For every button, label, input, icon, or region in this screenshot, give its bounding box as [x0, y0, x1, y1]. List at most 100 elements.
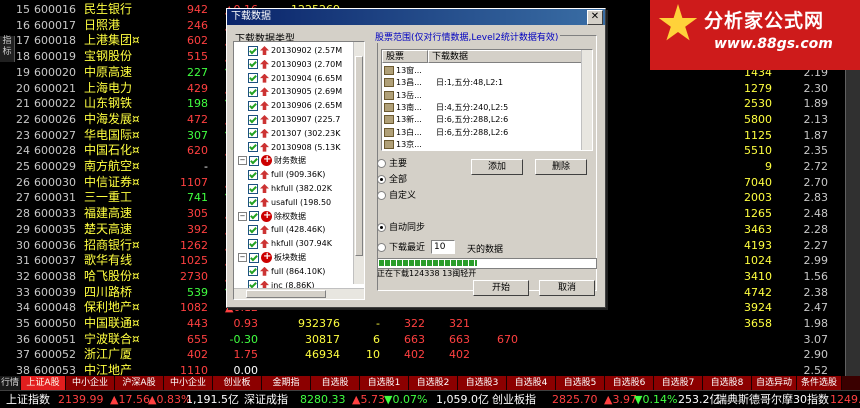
- sector-tab[interactable]: 自选股5: [556, 376, 605, 390]
- radio-download-recent[interactable]: 下载最近: [377, 242, 425, 254]
- checkbox[interactable]: [248, 238, 258, 249]
- tree-item[interactable]: 20130906 (2.65M: [248, 99, 342, 112]
- side-tab-indicator[interactable]: 指标: [0, 36, 15, 62]
- radio-dot[interactable]: [377, 175, 386, 184]
- radio-dot[interactable]: [377, 223, 386, 232]
- tree-item[interactable]: hkfull (307.94K: [248, 237, 332, 250]
- collapse-icon[interactable]: −: [238, 253, 247, 262]
- radio-all[interactable]: 全部: [377, 174, 407, 186]
- sector-tab[interactable]: 金期指: [262, 376, 311, 390]
- tree-item[interactable]: 20130902 (2.57M: [248, 44, 342, 57]
- checkbox[interactable]: [249, 211, 259, 222]
- tree-item[interactable]: full (428.46K): [248, 223, 325, 236]
- sector-tab[interactable]: 创业板: [213, 376, 262, 390]
- tree-item[interactable]: 20130908 (5.13K: [248, 141, 340, 154]
- tree-item[interactable]: 20130904 (6.65M: [248, 72, 342, 85]
- stock-code: 600033: [34, 207, 76, 221]
- sector-tab[interactable]: 中小企业: [66, 376, 115, 390]
- list-row[interactable]: 13京...: [382, 138, 582, 150]
- list-row[interactable]: 13窗...: [382, 64, 582, 77]
- sector-tab[interactable]: 自选股6: [605, 376, 654, 390]
- tree-item[interactable]: 20130907 (225.7: [248, 113, 340, 126]
- stock-row[interactable]: 37 600052 浙江广厦 402 1.75 46934 10 402 402 2.90: [0, 346, 860, 363]
- dialog-title[interactable]: 下载数据: [227, 9, 605, 25]
- checkbox[interactable]: [248, 142, 258, 153]
- delete-button[interactable]: 删除: [535, 159, 587, 175]
- radio-dot[interactable]: [377, 159, 386, 168]
- list-vertical-scrollbar[interactable]: [581, 50, 592, 150]
- days-unit-label: 天的数据: [467, 245, 504, 255]
- list-row[interactable]: 13南... 日:4,五分:240,L2:5: [382, 101, 582, 114]
- tree-item[interactable]: usafull (198.50: [248, 196, 331, 209]
- stock-download-list[interactable]: 股票 下载数据 13窗... 13昌... 日:1,五分:48,L2:1 13岳...…: [381, 49, 593, 151]
- tree-group[interactable]: − 财务数据: [238, 153, 306, 167]
- stock-code: 600027: [34, 128, 76, 142]
- radio-main[interactable]: 主要: [377, 158, 407, 170]
- tree-item[interactable]: full (864.10K): [248, 265, 325, 278]
- checkbox[interactable]: [248, 128, 258, 139]
- list-header-data[interactable]: 下载数据: [428, 50, 582, 63]
- tree-vertical-scrollbar[interactable]: [353, 42, 364, 284]
- tree-item[interactable]: hkfull (382.02K: [248, 182, 332, 195]
- sector-tab[interactable]: 自选股: [311, 376, 360, 390]
- sector-tab[interactable]: 自选异动: [752, 376, 797, 390]
- checkbox[interactable]: [248, 86, 258, 97]
- checkbox[interactable]: [248, 59, 258, 70]
- tree-item[interactable]: full (909.36K): [248, 168, 325, 181]
- index-ticker-item: 253.2亿: [678, 393, 721, 406]
- stock-row[interactable]: 35 600050 中国联通¤ 443 0.93 932376 - 322 321 3658 1.9…: [0, 315, 860, 332]
- scrollbar-thumb[interactable]: [246, 290, 326, 298]
- data-type-tree[interactable]: 20130902 (2.57M 20130903 (2.70M 20130904 (…: [233, 41, 365, 300]
- list-row[interactable]: 13昌... 日:1,五分:48,L2:1: [382, 76, 582, 89]
- sector-tab[interactable]: 中小企业: [164, 376, 213, 390]
- tree-item-label: full (428.46K): [271, 225, 326, 235]
- cancel-button[interactable]: 取消: [539, 280, 595, 296]
- sector-tab[interactable]: 自选股4: [507, 376, 556, 390]
- radio-dot[interactable]: [377, 191, 386, 200]
- radio-dot[interactable]: [377, 243, 386, 252]
- sector-tab[interactable]: 自选股3: [458, 376, 507, 390]
- checkbox[interactable]: [248, 100, 258, 111]
- sector-tab[interactable]: 行情: [0, 376, 21, 390]
- tree-group[interactable]: − 除权数据: [238, 209, 306, 223]
- radio-auto-sync[interactable]: 自动同步: [377, 222, 425, 234]
- close-button[interactable]: ✕: [587, 10, 603, 25]
- list-row[interactable]: 13新... 日:6,五分:288,L2:6: [382, 113, 582, 126]
- checkbox[interactable]: [248, 73, 258, 84]
- tree-group[interactable]: − 板块数据: [238, 250, 306, 264]
- tree-item[interactable]: 20130903 (2.70M: [248, 58, 342, 71]
- list-header-stock[interactable]: 股票: [382, 50, 428, 63]
- checkbox[interactable]: [248, 266, 258, 277]
- sector-tab[interactable]: 自选股2: [409, 376, 458, 390]
- checkbox[interactable]: [248, 45, 258, 56]
- sector-tab[interactable]: 自选股8: [703, 376, 752, 390]
- collapse-icon[interactable]: −: [238, 211, 247, 221]
- sector-tab[interactable]: 条件选股: [797, 376, 842, 390]
- tree-item[interactable]: 201307 (302.23K: [248, 127, 340, 140]
- list-row[interactable]: 13岳...: [382, 89, 582, 102]
- stock-row[interactable]: 36 600051 宁波联合¤ 655 -0.30 30817 6 663 663 670 3.07: [0, 331, 860, 348]
- add-button[interactable]: 添加: [471, 159, 523, 175]
- sector-tab[interactable]: 自选股7: [654, 376, 703, 390]
- checkbox[interactable]: [248, 224, 258, 235]
- checkbox[interactable]: [249, 155, 259, 166]
- sector-tab[interactable]: 上证A股: [21, 376, 66, 390]
- stock-col-r1: 1024: [744, 254, 772, 268]
- start-button[interactable]: 开始: [473, 280, 529, 296]
- checkbox[interactable]: [248, 114, 258, 125]
- days-input[interactable]: 10: [431, 240, 455, 254]
- sector-tab[interactable]: 沪深A股: [115, 376, 164, 390]
- checkbox[interactable]: [248, 197, 258, 208]
- scrollbar-thumb[interactable]: [355, 56, 363, 256]
- tree-item[interactable]: 20130905 (2.69M: [248, 85, 342, 98]
- tree-item-label: 20130902 (2.57M: [271, 46, 343, 55]
- radio-custom[interactable]: 自定义: [377, 190, 416, 202]
- checkbox[interactable]: [248, 169, 258, 180]
- collapse-icon[interactable]: −: [238, 156, 247, 166]
- checkbox[interactable]: [249, 252, 259, 263]
- sector-tab[interactable]: 自选股1: [360, 376, 409, 390]
- stock-name: 招商银行¤: [84, 237, 140, 252]
- list-row[interactable]: 13白... 日:6,五分:288,L2:6: [382, 126, 582, 139]
- tree-horizontal-scrollbar[interactable]: [234, 288, 364, 299]
- checkbox[interactable]: [248, 183, 258, 194]
